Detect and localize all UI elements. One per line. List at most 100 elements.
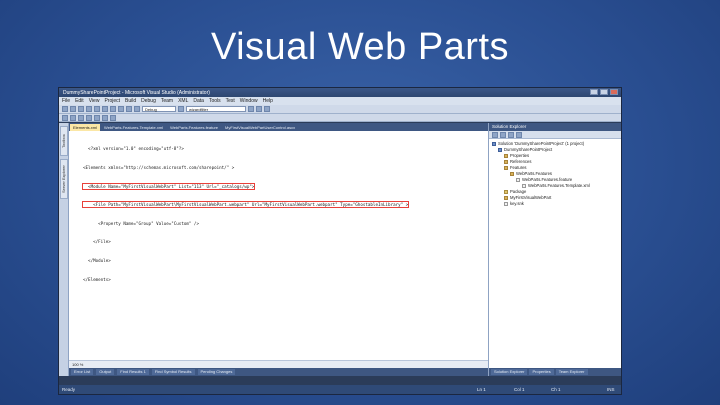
folder-icon — [504, 166, 508, 170]
tree-item[interactable]: key.snk — [492, 201, 621, 207]
folder-icon — [504, 160, 508, 164]
editor-area: Elements.xml WebParts.Features.Template.… — [69, 123, 488, 376]
start-debug-icon[interactable] — [134, 106, 140, 112]
solution-tree: Solution 'DummySharePointProject' (1 pro… — [489, 139, 621, 368]
refresh-icon[interactable] — [508, 131, 514, 138]
menu-bar: File Edit View Project Build Debug Team … — [59, 97, 621, 105]
show-all-files-icon[interactable] — [500, 131, 506, 138]
doc-tab-feature[interactable]: WebParts.Features.feature — [167, 124, 221, 131]
code-line: </Elements> — [83, 276, 111, 282]
code-line-highlighted: <Module Name="MyFirstVisualWebPart" List… — [81, 182, 256, 190]
folder-icon — [510, 172, 514, 176]
menu-view[interactable]: View — [89, 98, 100, 104]
code-editor[interactable]: <?xml version="1.0" encoding="utf-8"?> <… — [69, 131, 488, 360]
visual-studio-window: DummySharePointProject - Microsoft Visua… — [58, 87, 622, 395]
save-icon[interactable] — [78, 106, 84, 112]
solution-footer-tabs: Solution Explorer Properties Team Explor… — [489, 368, 621, 376]
prev-bookmark-icon[interactable] — [102, 114, 108, 121]
paste-icon[interactable] — [110, 106, 116, 112]
project-icon — [498, 148, 502, 152]
doc-tab-usercontrol[interactable]: MyFirstVisualWebPartUserControl.ascx — [222, 124, 298, 131]
output-tabs: Error List Output Find Results 1 Find Sy… — [69, 368, 488, 376]
uncomment-icon[interactable] — [86, 114, 92, 121]
solution-explorer-header: Solution Explorer — [489, 123, 621, 131]
status-text: Ready — [62, 387, 76, 392]
copy-icon[interactable] — [102, 106, 108, 112]
status-bar: Ready Ln 1 Col 1 Ch 1 INS — [59, 385, 621, 394]
file-icon — [504, 202, 508, 206]
solution-config-combo[interactable]: Debug — [142, 106, 176, 112]
status-mode: INS — [607, 387, 615, 392]
code-line: </Module> — [83, 257, 111, 263]
view-code-icon[interactable] — [516, 131, 522, 138]
menu-xml[interactable]: XML — [178, 98, 188, 104]
new-project-icon[interactable] — [62, 106, 68, 112]
minimize-button[interactable] — [590, 89, 598, 95]
file-icon — [516, 178, 520, 182]
menu-tools[interactable]: Tools — [209, 98, 221, 104]
tree-item-label: WebParts.Features.Template.xml — [528, 183, 590, 188]
tab-error-list[interactable]: Error List — [71, 369, 94, 375]
menu-team[interactable]: Team — [161, 98, 173, 104]
side-tool-strip: Toolbox Server Explorer — [59, 123, 69, 376]
doc-tab-elements[interactable]: Elements.xml — [70, 124, 101, 131]
window-titlebar: DummySharePointProject - Microsoft Visua… — [59, 88, 621, 97]
folder-icon — [504, 196, 508, 200]
window-controls — [590, 89, 618, 95]
file-icon — [522, 184, 526, 188]
bookmark-icon[interactable] — [94, 114, 100, 121]
menu-window[interactable]: Window — [240, 98, 258, 104]
outdent-icon[interactable] — [70, 114, 76, 121]
toolbox-icon[interactable] — [264, 106, 270, 112]
tab-solution-explorer[interactable]: Solution Explorer — [491, 369, 528, 375]
menu-data[interactable]: Data — [193, 98, 204, 104]
comment-icon[interactable] — [78, 114, 84, 121]
tab-pending-changes[interactable]: Pending Changes — [197, 369, 236, 375]
find-combo[interactable]: wizardfilter — [186, 106, 246, 112]
menu-debug[interactable]: Debug — [141, 98, 156, 104]
menu-project[interactable]: Project — [104, 98, 120, 104]
indent-icon[interactable] — [62, 114, 68, 121]
main-area: Toolbox Server Explorer Elements.xml Web… — [59, 123, 621, 376]
solution-explorer-toolbar — [489, 131, 621, 139]
standard-toolbar: Debug wizardfilter — [59, 105, 621, 114]
tab-find-results[interactable]: Find Results 1 — [117, 369, 149, 375]
tab-output[interactable]: Output — [96, 369, 115, 375]
menu-edit[interactable]: Edit — [75, 98, 84, 104]
window-title: DummySharePointProject - Microsoft Visua… — [63, 89, 210, 96]
code-line: <?xml version="1.0" encoding="utf-8"?> — [83, 146, 184, 152]
slide-title: Visual Web Parts — [210, 26, 510, 68]
tab-find-symbol[interactable]: Find Symbol Results — [151, 369, 195, 375]
toolbox-tab[interactable]: Toolbox — [60, 126, 68, 156]
menu-test[interactable]: Test — [226, 98, 235, 104]
solution-explorer-icon[interactable] — [248, 106, 254, 112]
undo-icon[interactable] — [118, 106, 124, 112]
menu-file[interactable]: File — [62, 98, 70, 104]
status-line: Ln 1 — [477, 387, 486, 392]
save-all-icon[interactable] — [86, 106, 92, 112]
cut-icon[interactable] — [94, 106, 100, 112]
code-line: <Property Name="Group" Value="Custom" /> — [83, 220, 199, 226]
tab-properties[interactable]: Properties — [529, 369, 554, 375]
text-editor-toolbar — [59, 114, 621, 122]
properties-icon[interactable] — [256, 106, 262, 112]
menu-help[interactable]: Help — [263, 98, 273, 104]
zoom-level[interactable]: 100 % — [69, 360, 488, 368]
next-bookmark-icon[interactable] — [110, 114, 116, 121]
folder-icon — [504, 154, 508, 158]
doc-tab-template[interactable]: WebParts.Features.Template.xml — [101, 124, 166, 131]
tree-item-label: key.snk — [510, 201, 524, 206]
document-tabs: Elements.xml WebParts.Features.Template.… — [69, 123, 488, 131]
properties-icon[interactable] — [492, 131, 498, 138]
redo-icon[interactable] — [126, 106, 132, 112]
solution-explorer: Solution Explorer Solution 'DummySharePo… — [488, 123, 621, 376]
menu-build[interactable]: Build — [125, 98, 136, 104]
maximize-button[interactable] — [600, 89, 608, 95]
server-explorer-tab[interactable]: Server Explorer — [60, 159, 68, 199]
close-button[interactable] — [610, 89, 618, 95]
find-icon[interactable] — [178, 106, 184, 112]
code-line: <Elements xmlns="http://schemas.microsof… — [83, 165, 235, 170]
tab-team-explorer[interactable]: Team Explorer — [555, 369, 588, 375]
open-icon[interactable] — [70, 106, 76, 112]
status-char: Ch 1 — [551, 387, 561, 392]
